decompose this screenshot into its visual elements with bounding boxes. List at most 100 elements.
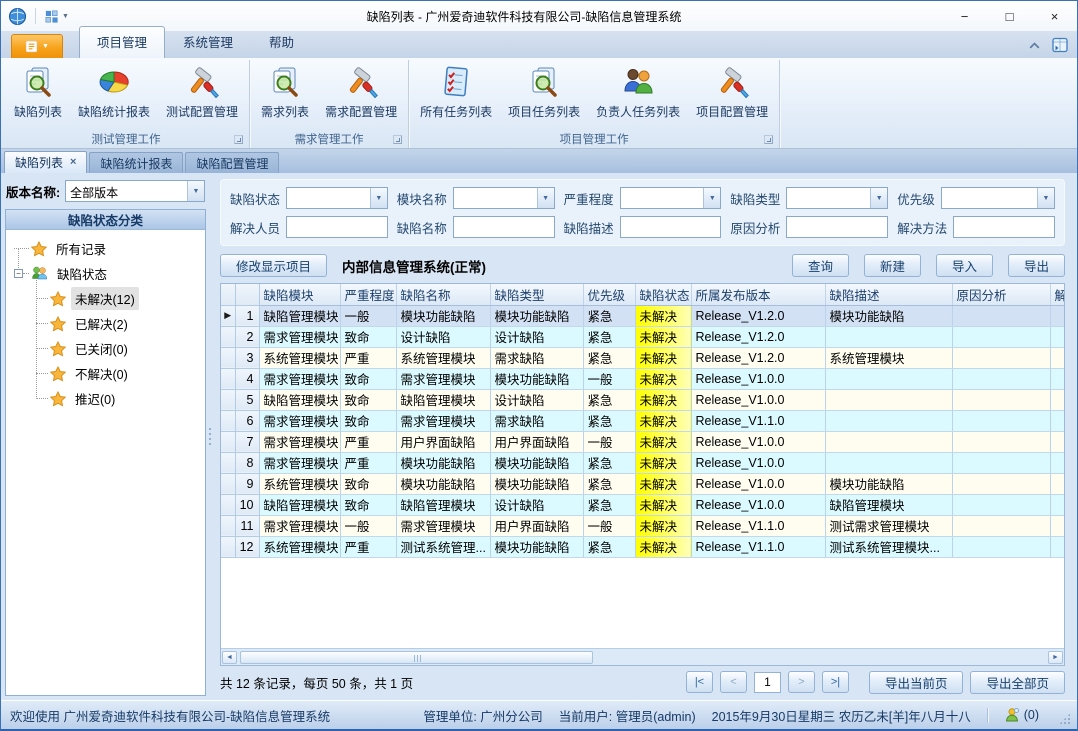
grid-cell[interactable]: 用户界面缺陷 [490,515,583,536]
filter-combobox[interactable]: ▼ [786,187,888,209]
row-indicator-cell[interactable] [221,326,235,347]
grid-cell[interactable]: 严重 [340,536,396,557]
tree-item-child[interactable]: 未解决(12) [6,286,203,311]
grid-cell[interactable] [1050,305,1064,326]
grid-cell[interactable]: 严重 [340,431,396,452]
grid-cell[interactable]: 严重 [340,452,396,473]
grid-cell[interactable]: 未解决 [635,494,691,515]
grid-cell[interactable] [952,536,1050,557]
column-header-7[interactable]: 缺陷描述 [825,284,952,305]
grid-cell[interactable]: 紧急 [583,494,635,515]
filter-text-input[interactable] [953,216,1055,238]
help-icon[interactable] [1051,36,1069,54]
grid-cell[interactable]: 一般 [583,515,635,536]
row-indicator-cell[interactable] [221,515,235,536]
row-number-cell[interactable]: 5 [235,389,259,410]
grid-cell[interactable]: 致命 [340,494,396,515]
grid-cell[interactable]: 需求管理模块 [259,326,340,347]
minimize-button[interactable]: − [942,2,987,31]
filter-text-input[interactable] [786,216,888,238]
row-indicator-cell[interactable] [221,494,235,515]
filter-combobox[interactable]: ▼ [941,187,1055,209]
grid-cell[interactable]: 未解决 [635,431,691,452]
grid-cell[interactable]: 未解决 [635,368,691,389]
grid-cell[interactable] [952,494,1050,515]
page-number-input[interactable] [754,672,781,693]
grid-cell[interactable] [1050,389,1064,410]
grid-cell[interactable]: 未解决 [635,473,691,494]
grid-cell[interactable]: 紧急 [583,326,635,347]
grid-cell[interactable]: 紧急 [583,389,635,410]
ribbon-button[interactable]: 测试配置管理 [158,61,246,122]
column-header-2[interactable]: 缺陷名称 [396,284,490,305]
grid-cell[interactable]: 缺陷管理模块 [259,389,340,410]
collapse-ribbon-icon[interactable] [1028,41,1041,50]
dialog-launcher-icon[interactable] [393,135,402,144]
grid-cell[interactable]: 用户界面缺陷 [490,431,583,452]
grid-cell[interactable]: 设计缺陷 [396,326,490,347]
grid-cell[interactable] [825,389,952,410]
row-indicator-cell[interactable] [221,431,235,452]
table-row[interactable]: 5缺陷管理模块致命缺陷管理模块设计缺陷紧急未解决Release_V1.0.0 [221,389,1064,410]
grid-cell[interactable]: 测试系统管理... [396,536,490,557]
column-header-6[interactable]: 所属发布版本 [691,284,825,305]
grid-cell[interactable] [825,431,952,452]
grid-cell[interactable] [1050,347,1064,368]
new-button[interactable]: 新建 [864,254,921,277]
row-number-cell[interactable]: 3 [235,347,259,368]
grid-cell[interactable] [825,410,952,431]
ribbon-button[interactable]: 需求配置管理 [317,61,405,122]
modify-display-items-button[interactable]: 修改显示项目 [220,254,327,277]
filter-text-input[interactable] [453,216,555,238]
combo-dropdown-icon[interactable]: ▼ [870,188,887,208]
grid-cell[interactable]: 设计缺陷 [490,389,583,410]
grid-cell[interactable]: 模块功能缺陷 [490,368,583,389]
grid-cell[interactable]: 一般 [583,431,635,452]
grid-cell[interactable]: 缺陷管理模块 [259,494,340,515]
grid-cell[interactable]: 严重 [340,347,396,368]
grid-cell[interactable]: Release_V1.1.0 [691,536,825,557]
grid-cell[interactable] [1050,431,1064,452]
grid-cell[interactable]: 模块功能缺陷 [490,452,583,473]
grid-cell[interactable] [825,326,952,347]
ribbon-button[interactable]: 项目任务列表 [500,61,588,122]
grid-cell[interactable] [952,305,1050,326]
row-indicator-cell[interactable] [221,410,235,431]
export-current-page-button[interactable]: 导出当前页 [869,671,964,694]
grid-cell[interactable]: Release_V1.2.0 [691,326,825,347]
combo-dropdown-icon[interactable]: ▼ [370,188,387,208]
column-header-8[interactable]: 原因分析 [952,284,1050,305]
grid-cell[interactable]: 一般 [583,368,635,389]
grid-cell[interactable]: 需求缺陷 [490,410,583,431]
row-number-cell[interactable]: 7 [235,431,259,452]
table-row[interactable]: 2需求管理模块致命设计缺陷设计缺陷紧急未解决Release_V1.2.0 [221,326,1064,347]
row-indicator-cell[interactable] [221,452,235,473]
filter-combobox[interactable]: ▼ [453,187,555,209]
table-row[interactable]: 10缺陷管理模块致命缺陷管理模块设计缺陷紧急未解决Release_V1.0.0缺… [221,494,1064,515]
export-all-pages-button[interactable]: 导出全部页 [970,671,1065,694]
grid-cell[interactable]: 一般 [340,305,396,326]
grid-cell[interactable]: 紧急 [583,452,635,473]
previous-page-button[interactable]: < [720,671,747,693]
grid-cell[interactable]: Release_V1.0.0 [691,473,825,494]
grid-cell[interactable]: 用户界面缺陷 [396,431,490,452]
close-tab-icon[interactable]: × [70,157,76,168]
grid-cell[interactable] [1050,515,1064,536]
grid-cell[interactable]: 未解决 [635,452,691,473]
grid-cell[interactable]: 系统管理模块 [259,536,340,557]
grid-cell[interactable]: 致命 [340,410,396,431]
grid-cell[interactable]: 系统管理模块 [396,347,490,368]
grid-cell[interactable]: Release_V1.1.0 [691,515,825,536]
grid-cell[interactable]: 模块功能缺陷 [396,452,490,473]
column-header-5[interactable]: 缺陷状态 [635,284,691,305]
grid-cell[interactable]: 致命 [340,389,396,410]
grid-cell[interactable] [1050,368,1064,389]
combo-dropdown-icon[interactable]: ▼ [187,181,204,201]
filter-text-input[interactable] [286,216,388,238]
grid-cell[interactable]: 未解决 [635,347,691,368]
ribbon-button[interactable]: 负责人任务列表 [588,61,688,122]
grid-cell[interactable]: 未解决 [635,536,691,557]
resize-grip[interactable] [1059,713,1071,725]
grid-cell[interactable]: 模块功能缺陷 [396,473,490,494]
document-tab-1[interactable]: 缺陷统计报表 [89,152,183,173]
